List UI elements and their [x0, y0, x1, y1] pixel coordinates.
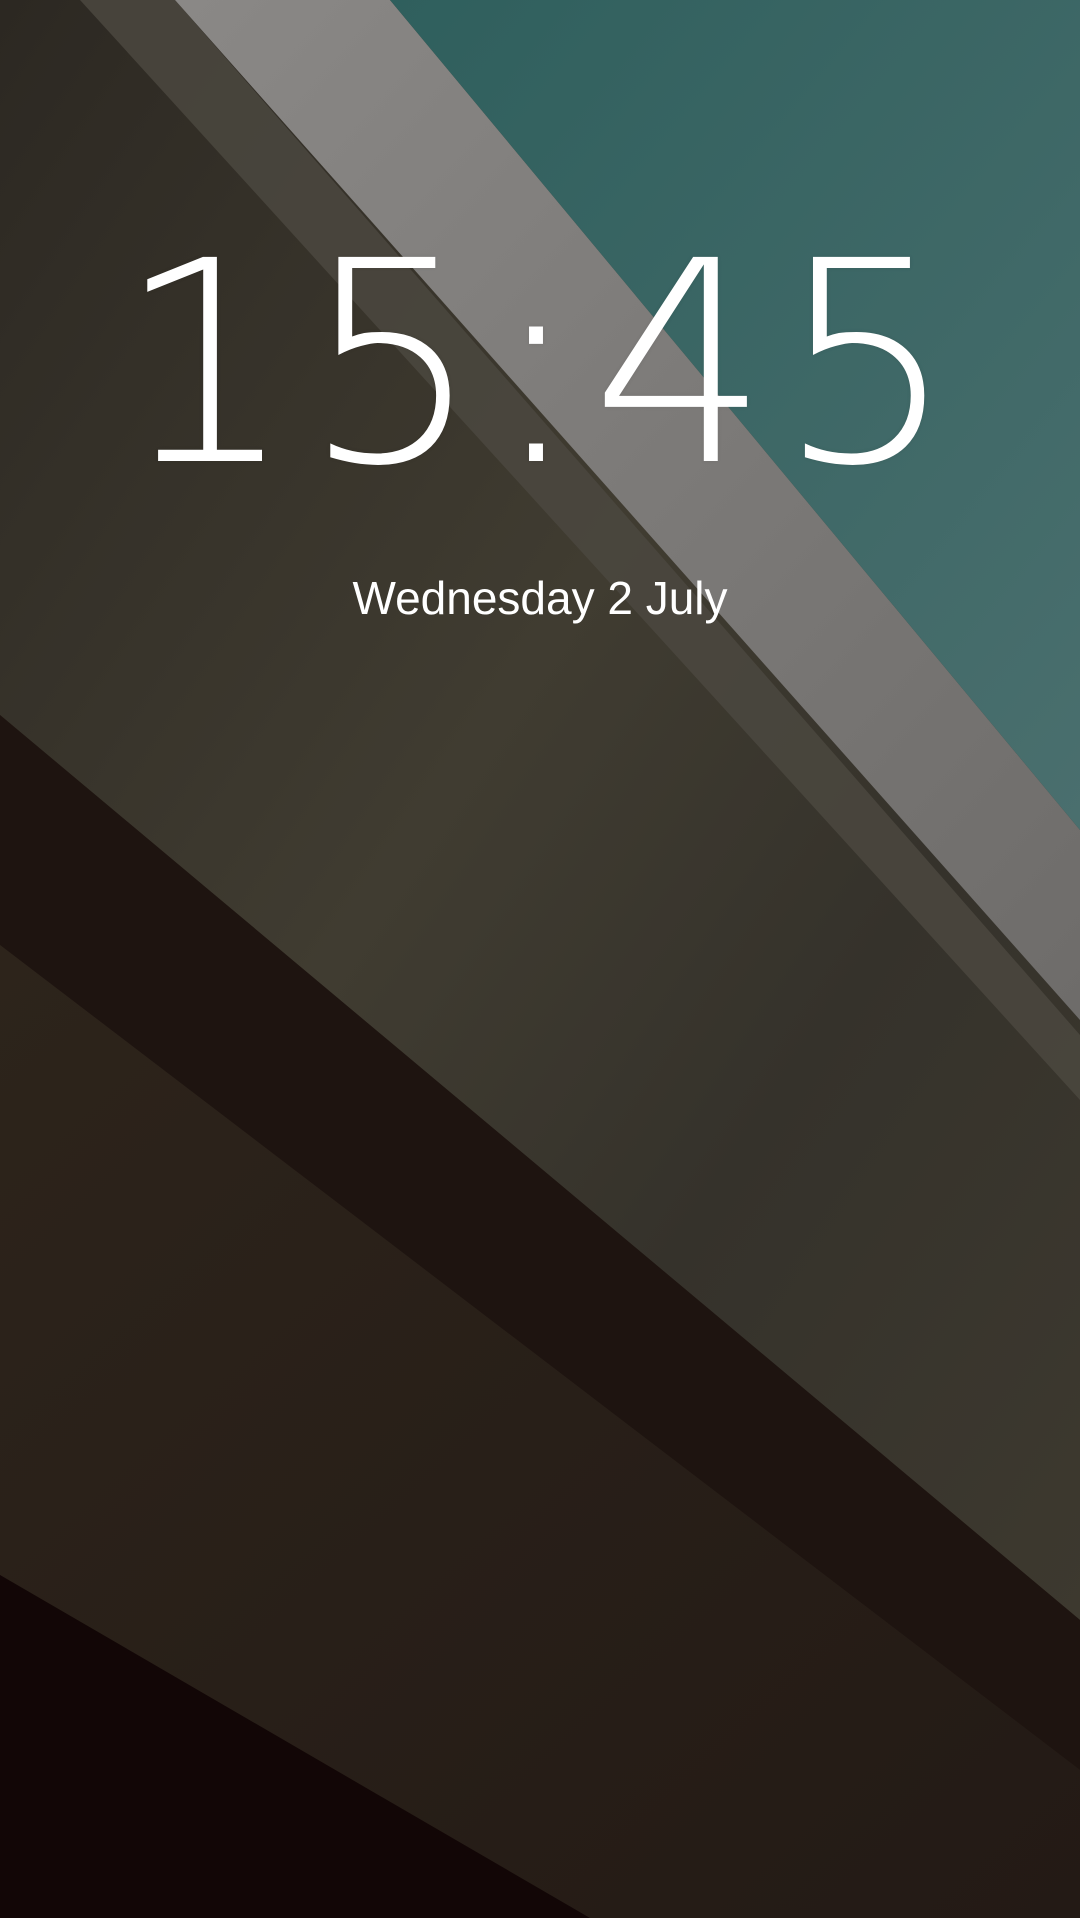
lockscreen-date: Wednesday 2 July	[352, 572, 728, 624]
lock-screen[interactable]: 15:45 Wednesday 2 July	[0, 0, 1080, 1918]
lockscreen-clock: 15:45	[116, 202, 964, 528]
